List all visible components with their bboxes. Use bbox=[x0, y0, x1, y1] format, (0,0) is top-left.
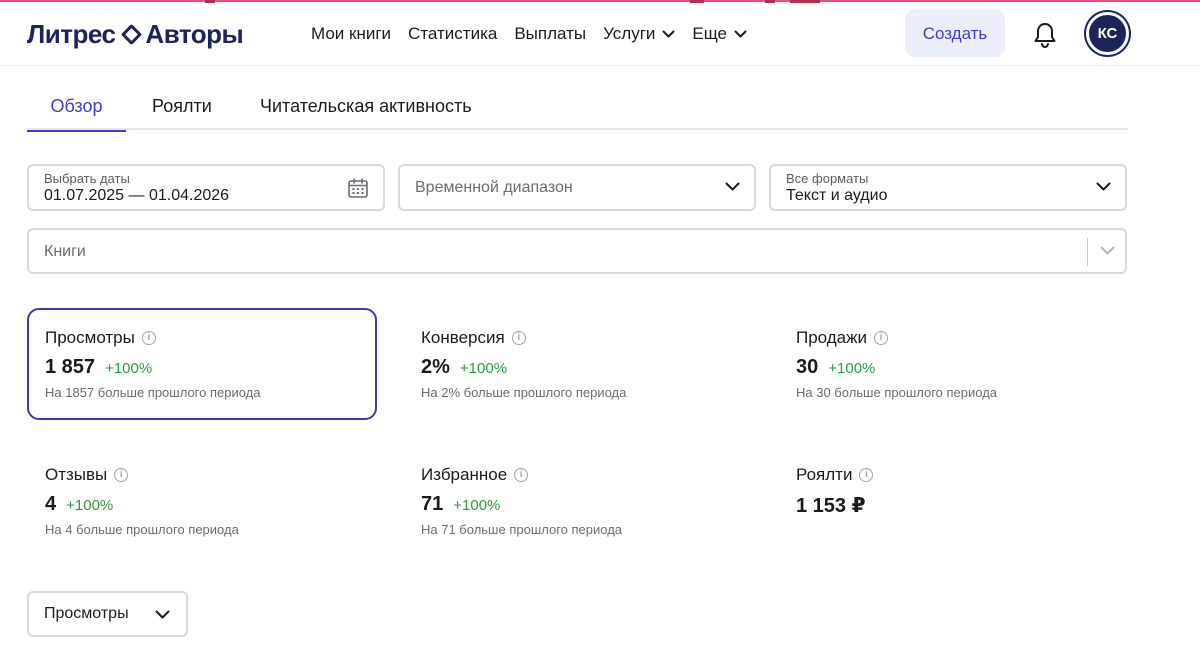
nav-payouts-label: Выплаты bbox=[514, 24, 587, 43]
litres-authors-logo[interactable]: Литрес Авторы bbox=[27, 17, 244, 51]
stat-title-text: Продажи bbox=[796, 328, 867, 347]
stat-value: 2% bbox=[421, 356, 450, 378]
logo-text-litres: Литрес bbox=[27, 18, 116, 50]
stat-title: Роялти i bbox=[796, 465, 874, 485]
date-picker-value: 01.07.2025 — 01.04.2026 bbox=[44, 187, 230, 204]
chevron-down-icon bbox=[725, 182, 740, 191]
stat-delta: +100% bbox=[828, 360, 876, 377]
date-picker-label: Выбрать даты bbox=[44, 171, 130, 186]
logo-diamond-icon bbox=[121, 23, 143, 45]
stat-delta: +100% bbox=[66, 497, 114, 514]
stat-card-conversion[interactable]: Конверсия i 2% +100% На 2% больше прошлог… bbox=[403, 308, 753, 420]
stat-card-royalty[interactable]: Роялти i 1 153 ₽ bbox=[778, 445, 1128, 557]
time-range-select[interactable]: Временной диапазон bbox=[398, 164, 756, 211]
stat-title-text: Просмотры bbox=[45, 328, 135, 347]
format-select-label: Все форматы bbox=[786, 171, 869, 186]
stat-value: 1 153 ₽ bbox=[796, 495, 866, 517]
info-icon[interactable]: i bbox=[114, 468, 129, 482]
stat-value: 4 bbox=[45, 493, 57, 515]
stat-title-text: Отзывы bbox=[45, 465, 108, 484]
stat-value: 71 bbox=[421, 493, 444, 515]
tab-overview[interactable]: Обзор bbox=[27, 82, 126, 132]
nav-my-books-label: Мои книги bbox=[311, 24, 392, 43]
select-divider bbox=[1087, 238, 1088, 266]
chevron-down-icon bbox=[734, 30, 747, 37]
stat-note: На 71 больше прошлого периода bbox=[421, 522, 623, 537]
stat-title: Просмотры i bbox=[45, 328, 156, 348]
create-button[interactable]: Создать bbox=[905, 10, 1005, 57]
info-icon[interactable]: i bbox=[514, 468, 529, 482]
stat-title: Избранное i bbox=[421, 465, 529, 485]
info-icon[interactable]: i bbox=[874, 331, 888, 345]
stat-title: Продажи i bbox=[796, 328, 888, 348]
stat-title-text: Избранное bbox=[421, 465, 508, 484]
bell-icon[interactable] bbox=[1032, 21, 1058, 49]
stat-delta: +100% bbox=[459, 360, 508, 377]
stat-value-row: 1 153 ₽ bbox=[796, 493, 866, 518]
stat-title-text: Роялти bbox=[796, 465, 853, 484]
nav-my-books[interactable]: Мои книги bbox=[311, 24, 391, 44]
date-range-picker[interactable]: Выбрать даты 01.07.2025 — 01.04.2026 bbox=[27, 164, 385, 211]
user-avatar[interactable]: КС bbox=[1086, 12, 1129, 55]
stat-note: На 2% больше прошлого периода bbox=[421, 385, 627, 400]
stat-card-favorites[interactable]: Избранное i 71 +100% На 71 больше прошлог… bbox=[403, 445, 753, 557]
chevron-down-icon bbox=[1096, 182, 1111, 191]
format-select-value: Текст и аудио bbox=[786, 187, 888, 204]
nav-more-label: Еще bbox=[692, 24, 727, 43]
tab-royalty[interactable]: Роялти bbox=[152, 82, 212, 130]
stat-delta: +100% bbox=[453, 497, 501, 514]
chevron-down-icon bbox=[662, 30, 675, 37]
info-icon[interactable]: i bbox=[511, 331, 526, 345]
tab-reader-activity[interactable]: Читательская активность bbox=[260, 82, 472, 130]
books-select-placeholder: Книги bbox=[44, 243, 86, 260]
chevron-down-icon bbox=[155, 610, 170, 619]
stat-card-views[interactable]: Просмотры i 1 857 +100% На 1857 больше пр… bbox=[27, 308, 377, 420]
books-select[interactable]: Книги bbox=[27, 228, 1127, 274]
stat-card-reviews[interactable]: Отзывы i 4 +100% На 4 больше прошлого пер… bbox=[27, 445, 377, 557]
logo-authors-word: Авторы bbox=[145, 18, 244, 49]
stat-note: На 30 больше прошлого периода bbox=[796, 385, 998, 400]
nav-more[interactable]: Еще bbox=[692, 24, 747, 44]
stat-value-row: 1 857 +100% bbox=[45, 356, 152, 379]
format-select[interactable]: Все форматы Текст и аудио bbox=[769, 164, 1127, 211]
stat-title: Отзывы i bbox=[45, 465, 129, 485]
info-icon[interactable]: i bbox=[859, 468, 874, 482]
stat-value-row: 2% +100% bbox=[421, 356, 507, 379]
stat-note: На 4 больше прошлого периода bbox=[45, 522, 239, 537]
stat-note: На 1857 больше прошлого периода bbox=[45, 385, 261, 400]
chevron-down-icon[interactable] bbox=[1100, 246, 1115, 256]
stat-delta: +100% bbox=[105, 360, 153, 377]
calendar-icon[interactable] bbox=[347, 177, 369, 199]
stat-title: Конверсия i bbox=[421, 328, 526, 348]
stat-value-row: 4 +100% bbox=[45, 493, 113, 516]
stat-value: 1 857 bbox=[45, 356, 96, 378]
stat-value: 30 bbox=[796, 356, 819, 378]
statistics-tabs: Обзор Роялти Читательская активность bbox=[27, 82, 1128, 132]
chart-metric-value: Просмотры bbox=[44, 605, 129, 622]
logo-litres-word: Литрес bbox=[27, 18, 116, 49]
main-nav: Мои книги Статистика Выплаты Услуги Еще bbox=[311, 22, 764, 46]
nav-payouts[interactable]: Выплаты bbox=[514, 24, 586, 44]
info-icon[interactable]: i bbox=[141, 331, 156, 345]
nav-services-label: Услуги bbox=[603, 24, 656, 43]
nav-statistics-label: Статистика bbox=[408, 24, 498, 43]
nav-statistics[interactable]: Статистика bbox=[408, 24, 497, 44]
stat-value-row: 71 +100% bbox=[421, 493, 500, 516]
stat-value-row: 30 +100% bbox=[796, 356, 875, 379]
chart-metric-select[interactable]: Просмотры bbox=[27, 591, 188, 637]
top-header: Литрес Авторы Мои книги Статистика Выпла… bbox=[0, 2, 1200, 66]
nav-services[interactable]: Услуги bbox=[603, 24, 675, 44]
stat-card-sales[interactable]: Продажи i 30 +100% На 30 больше прошлого … bbox=[778, 308, 1128, 420]
time-range-placeholder: Временной диапазон bbox=[415, 179, 573, 196]
stat-title-text: Конверсия bbox=[421, 328, 505, 347]
